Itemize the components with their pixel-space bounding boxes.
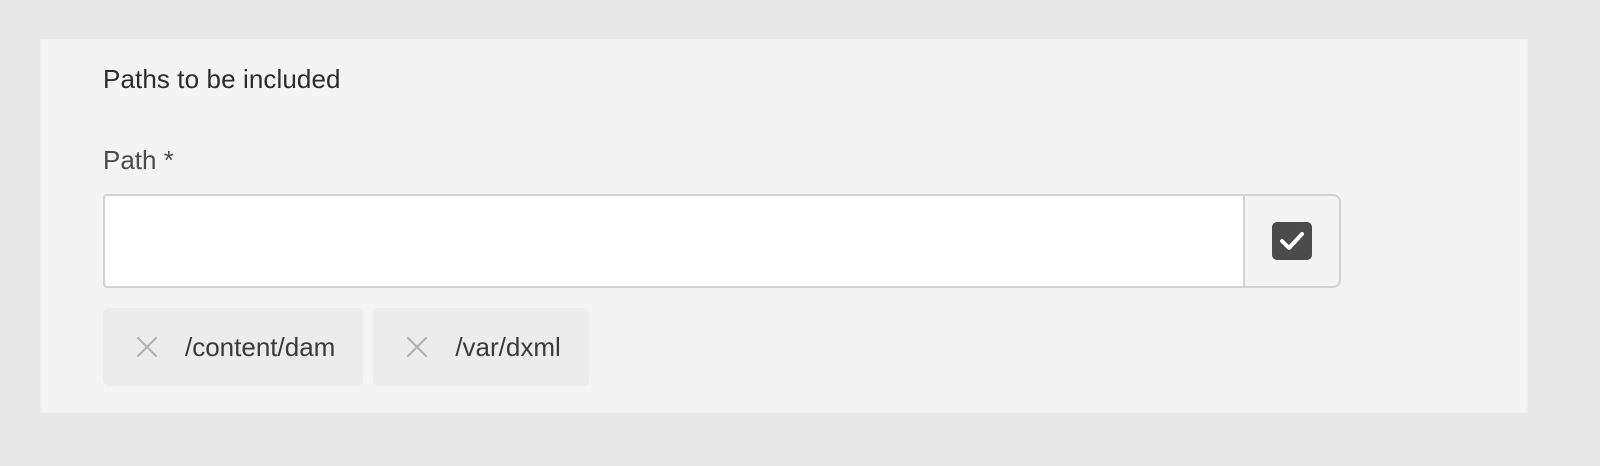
path-input[interactable] xyxy=(103,194,1243,288)
close-icon[interactable] xyxy=(403,333,431,361)
path-input-group xyxy=(103,194,1341,288)
path-tag-list: /content/dam /var/dxml xyxy=(103,308,589,386)
checkbox-checked-icon xyxy=(1272,222,1312,260)
path-field-label: Path * xyxy=(103,145,174,175)
paths-panel: Paths to be included Path * /content/dam xyxy=(40,39,1528,413)
close-icon[interactable] xyxy=(133,333,161,361)
path-tag-label: /var/dxml xyxy=(455,331,561,362)
path-tag: /content/dam xyxy=(103,308,364,386)
section-heading: Paths to be included xyxy=(103,64,341,94)
path-tag: /var/dxml xyxy=(373,308,589,386)
path-tag-label: /content/dam xyxy=(185,331,336,362)
confirm-path-button[interactable] xyxy=(1243,194,1341,288)
